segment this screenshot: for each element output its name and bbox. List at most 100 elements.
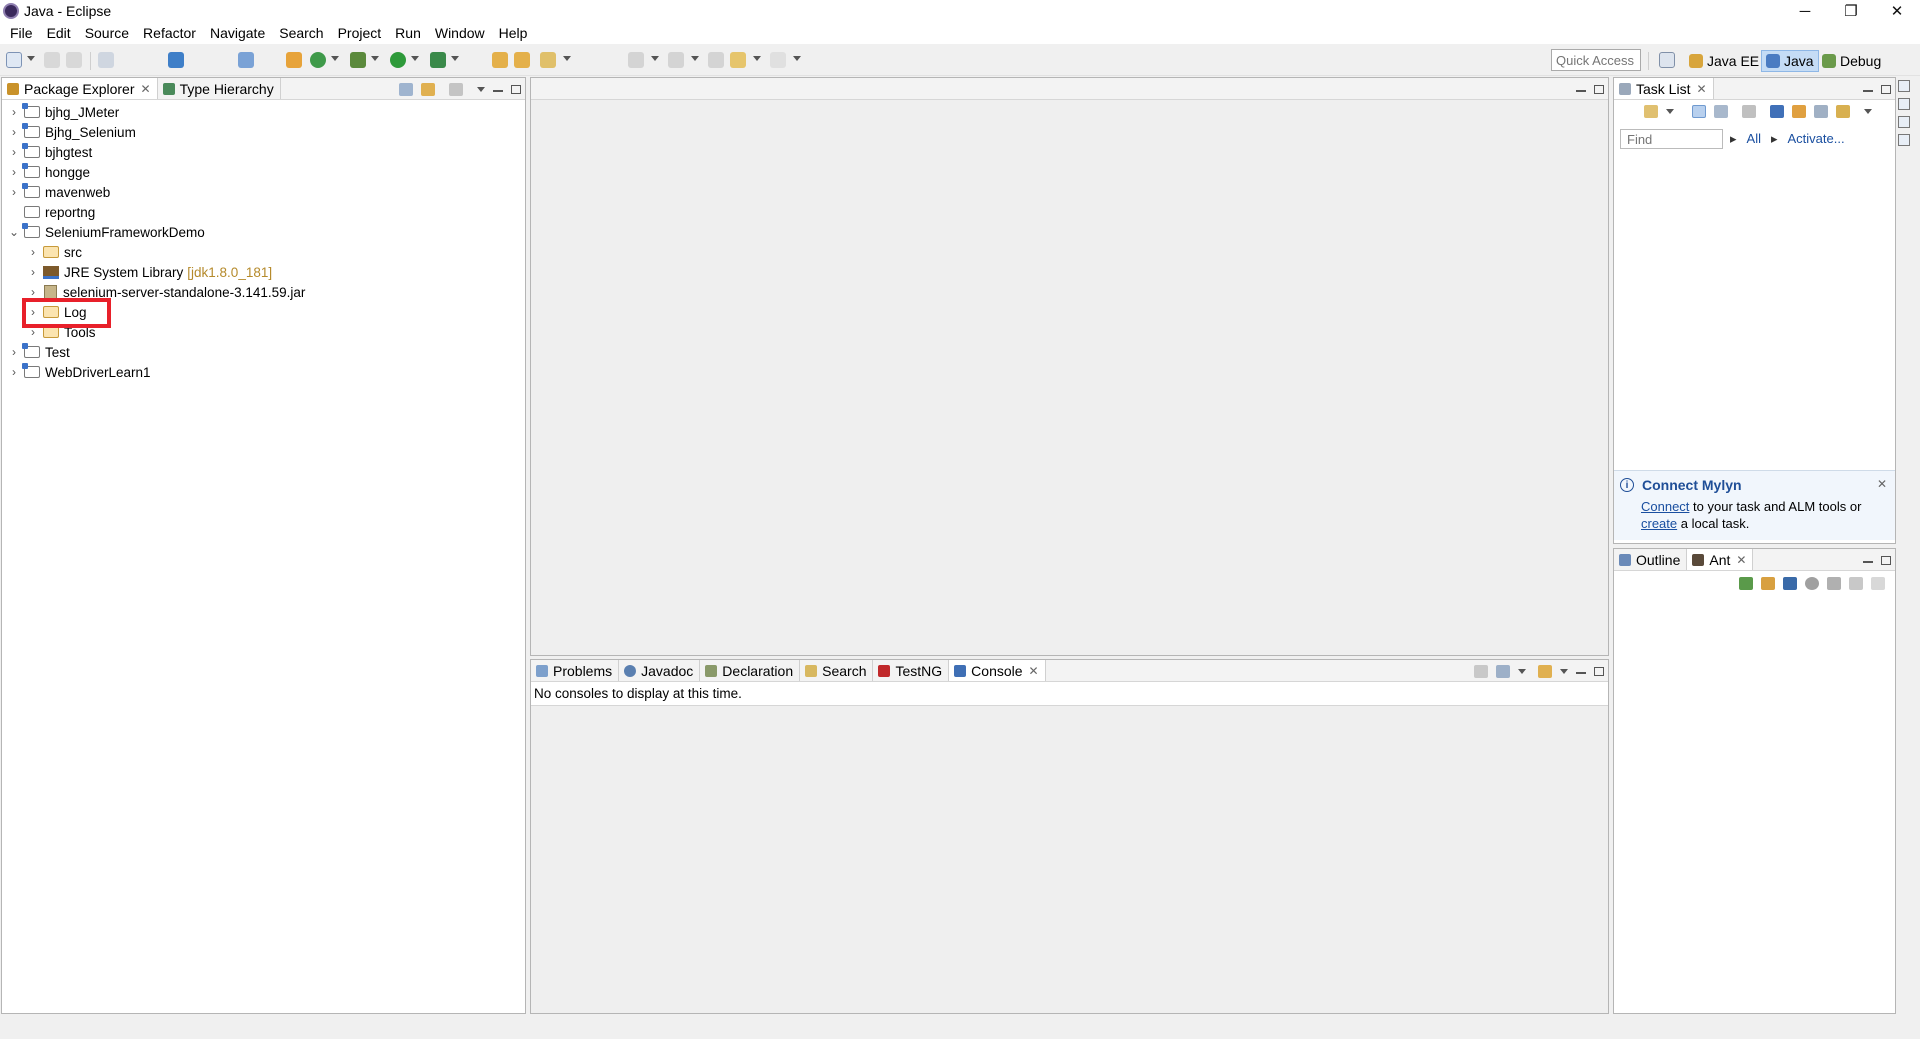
hide-internal-targets-icon[interactable] [1783,577,1797,590]
chevron-right-icon[interactable]: › [27,245,39,259]
search-dropdown-icon[interactable] [563,56,571,61]
minimize-view-icon[interactable] [493,90,503,92]
run-dropdown-icon[interactable] [411,56,419,61]
chevron-right-icon[interactable]: › [8,105,20,119]
maximize-view-icon[interactable] [511,84,521,94]
tree-item-bjhg-selenium[interactable]: › Bjhg_Selenium [8,122,136,142]
print-icon[interactable] [98,52,114,68]
restore-button[interactable]: ❐ [1828,0,1874,22]
tree-item-reportng[interactable]: reportng [8,202,95,222]
new-dropdown-icon[interactable] [27,56,35,61]
next-annotation-icon[interactable] [628,52,644,68]
display-console-dropdown-icon[interactable] [1518,668,1526,674]
open-perspective-icon[interactable] [1659,52,1675,68]
connect-link[interactable]: Connect [1641,499,1689,514]
sync-icon[interactable] [1898,98,1910,110]
scheduled-icon[interactable] [1714,105,1728,118]
package-icon[interactable] [286,52,302,68]
link-with-editor-icon[interactable] [421,82,435,96]
menu-file[interactable]: File [3,25,40,41]
restore-icon[interactable] [1898,116,1910,128]
menu-edit[interactable]: Edit [40,25,78,41]
activate-link[interactable]: Activate... [1788,131,1845,147]
synchronize-icon[interactable] [1792,105,1806,118]
coverage-dropdown-icon[interactable] [451,56,459,61]
search-tool-icon[interactable] [540,52,556,68]
tab-task-list[interactable]: Task List ✕ [1614,78,1714,99]
remove-all-icon[interactable] [1849,577,1863,590]
debug-icon[interactable] [350,52,366,68]
minimize-view-icon[interactable] [1576,672,1586,674]
menu-search[interactable]: Search [272,25,330,41]
chevron-right-icon[interactable]: › [8,365,20,379]
collapse-all-icon[interactable] [399,82,413,96]
tab-ant[interactable]: Ant ✕ [1687,549,1754,570]
view-menu-icon[interactable] [1864,109,1872,114]
new-task-icon[interactable] [1644,105,1658,118]
save-icon[interactable] [44,52,60,68]
tree-item-bjhgtest[interactable]: › bjhgtest [8,142,92,162]
tree-item-src[interactable]: › src [27,242,82,262]
tree-item-seleniumframeworkdemo[interactable]: ⌄ SeleniumFrameworkDemo [8,222,205,242]
minimize-view-icon[interactable] [1863,90,1873,92]
maximize-view-icon[interactable] [1594,666,1604,676]
next-annotation-dropdown-icon[interactable] [651,56,659,61]
tab-javadoc[interactable]: Javadoc [619,660,701,681]
last-edit-icon[interactable] [708,52,724,68]
menu-help[interactable]: Help [492,25,535,41]
perspective-java[interactable]: Java [1761,50,1819,72]
open-console-icon[interactable] [1538,664,1552,678]
view-menu-icon[interactable] [477,86,485,92]
menu-project[interactable]: Project [331,25,389,41]
open-type-icon[interactable] [492,52,508,68]
menu-run[interactable]: Run [388,25,428,41]
save-all-icon[interactable] [66,52,82,68]
run-icon[interactable] [390,52,406,68]
hide-completed-icon[interactable] [1742,105,1756,118]
coverage-icon[interactable] [430,52,446,68]
tree-item-jre-system-library[interactable]: › JRE System Library [jdk1.8.0_181] [27,262,272,282]
chevron-right-icon[interactable]: › [27,285,39,299]
tab-problems[interactable]: Problems [531,660,620,681]
run-target-icon[interactable] [1805,577,1819,590]
collapse-icon[interactable] [1871,577,1885,590]
debug-dropdown-icon[interactable] [371,56,379,61]
forward-icon[interactable] [770,52,786,68]
close-tab-icon[interactable]: ✕ [1696,82,1706,96]
perspective-debug[interactable]: Debug [1818,50,1885,72]
focus-task-icon[interactable] [449,82,463,96]
tab-testng[interactable]: TestNG [873,660,950,681]
maximize-view-icon[interactable] [1881,84,1891,94]
tab-type-hierarchy[interactable]: Type Hierarchy [158,78,281,99]
close-tab-icon[interactable]: ✕ [141,82,151,96]
tree-item-hongge[interactable]: › hongge [8,162,90,182]
menu-navigate[interactable]: Navigate [203,25,272,41]
minimize-button[interactable]: ─ [1782,0,1828,22]
search-buildfile-icon[interactable] [1761,577,1775,590]
prev-annotation-icon[interactable] [668,52,684,68]
menu-source[interactable]: Source [78,25,136,41]
new-server-icon[interactable] [310,52,326,68]
close-tab-icon[interactable]: ✕ [1736,553,1746,567]
tab-outline[interactable]: Outline [1614,549,1688,570]
pin-console-icon[interactable] [1474,664,1488,678]
menu-refactor[interactable]: Refactor [136,25,203,41]
focus-icon[interactable] [1770,105,1784,118]
new-task-dropdown-icon[interactable] [1666,109,1674,114]
maximize-view-icon[interactable] [1594,84,1604,94]
chevron-right-icon[interactable]: › [8,185,20,199]
back-icon[interactable] [730,52,746,68]
outline-trim-icon[interactable] [1898,134,1910,146]
tab-search[interactable]: Search [800,660,874,681]
maximize-view-icon[interactable] [1881,555,1891,565]
display-console-icon[interactable] [1496,664,1510,678]
minimize-view-icon[interactable] [1863,561,1873,563]
tab-package-explorer[interactable]: Package Explorer ✕ [2,78,158,99]
tree-item-webdriverlearn1[interactable]: › WebDriverLearn1 [8,362,151,382]
chevron-right-icon[interactable]: › [8,145,20,159]
open-console-dropdown-icon[interactable] [1560,668,1568,674]
quick-access-input[interactable] [1551,49,1641,71]
add-buildfile-icon[interactable] [1739,577,1753,590]
remove-icon[interactable] [1827,577,1841,590]
pin-icon[interactable] [238,52,254,68]
